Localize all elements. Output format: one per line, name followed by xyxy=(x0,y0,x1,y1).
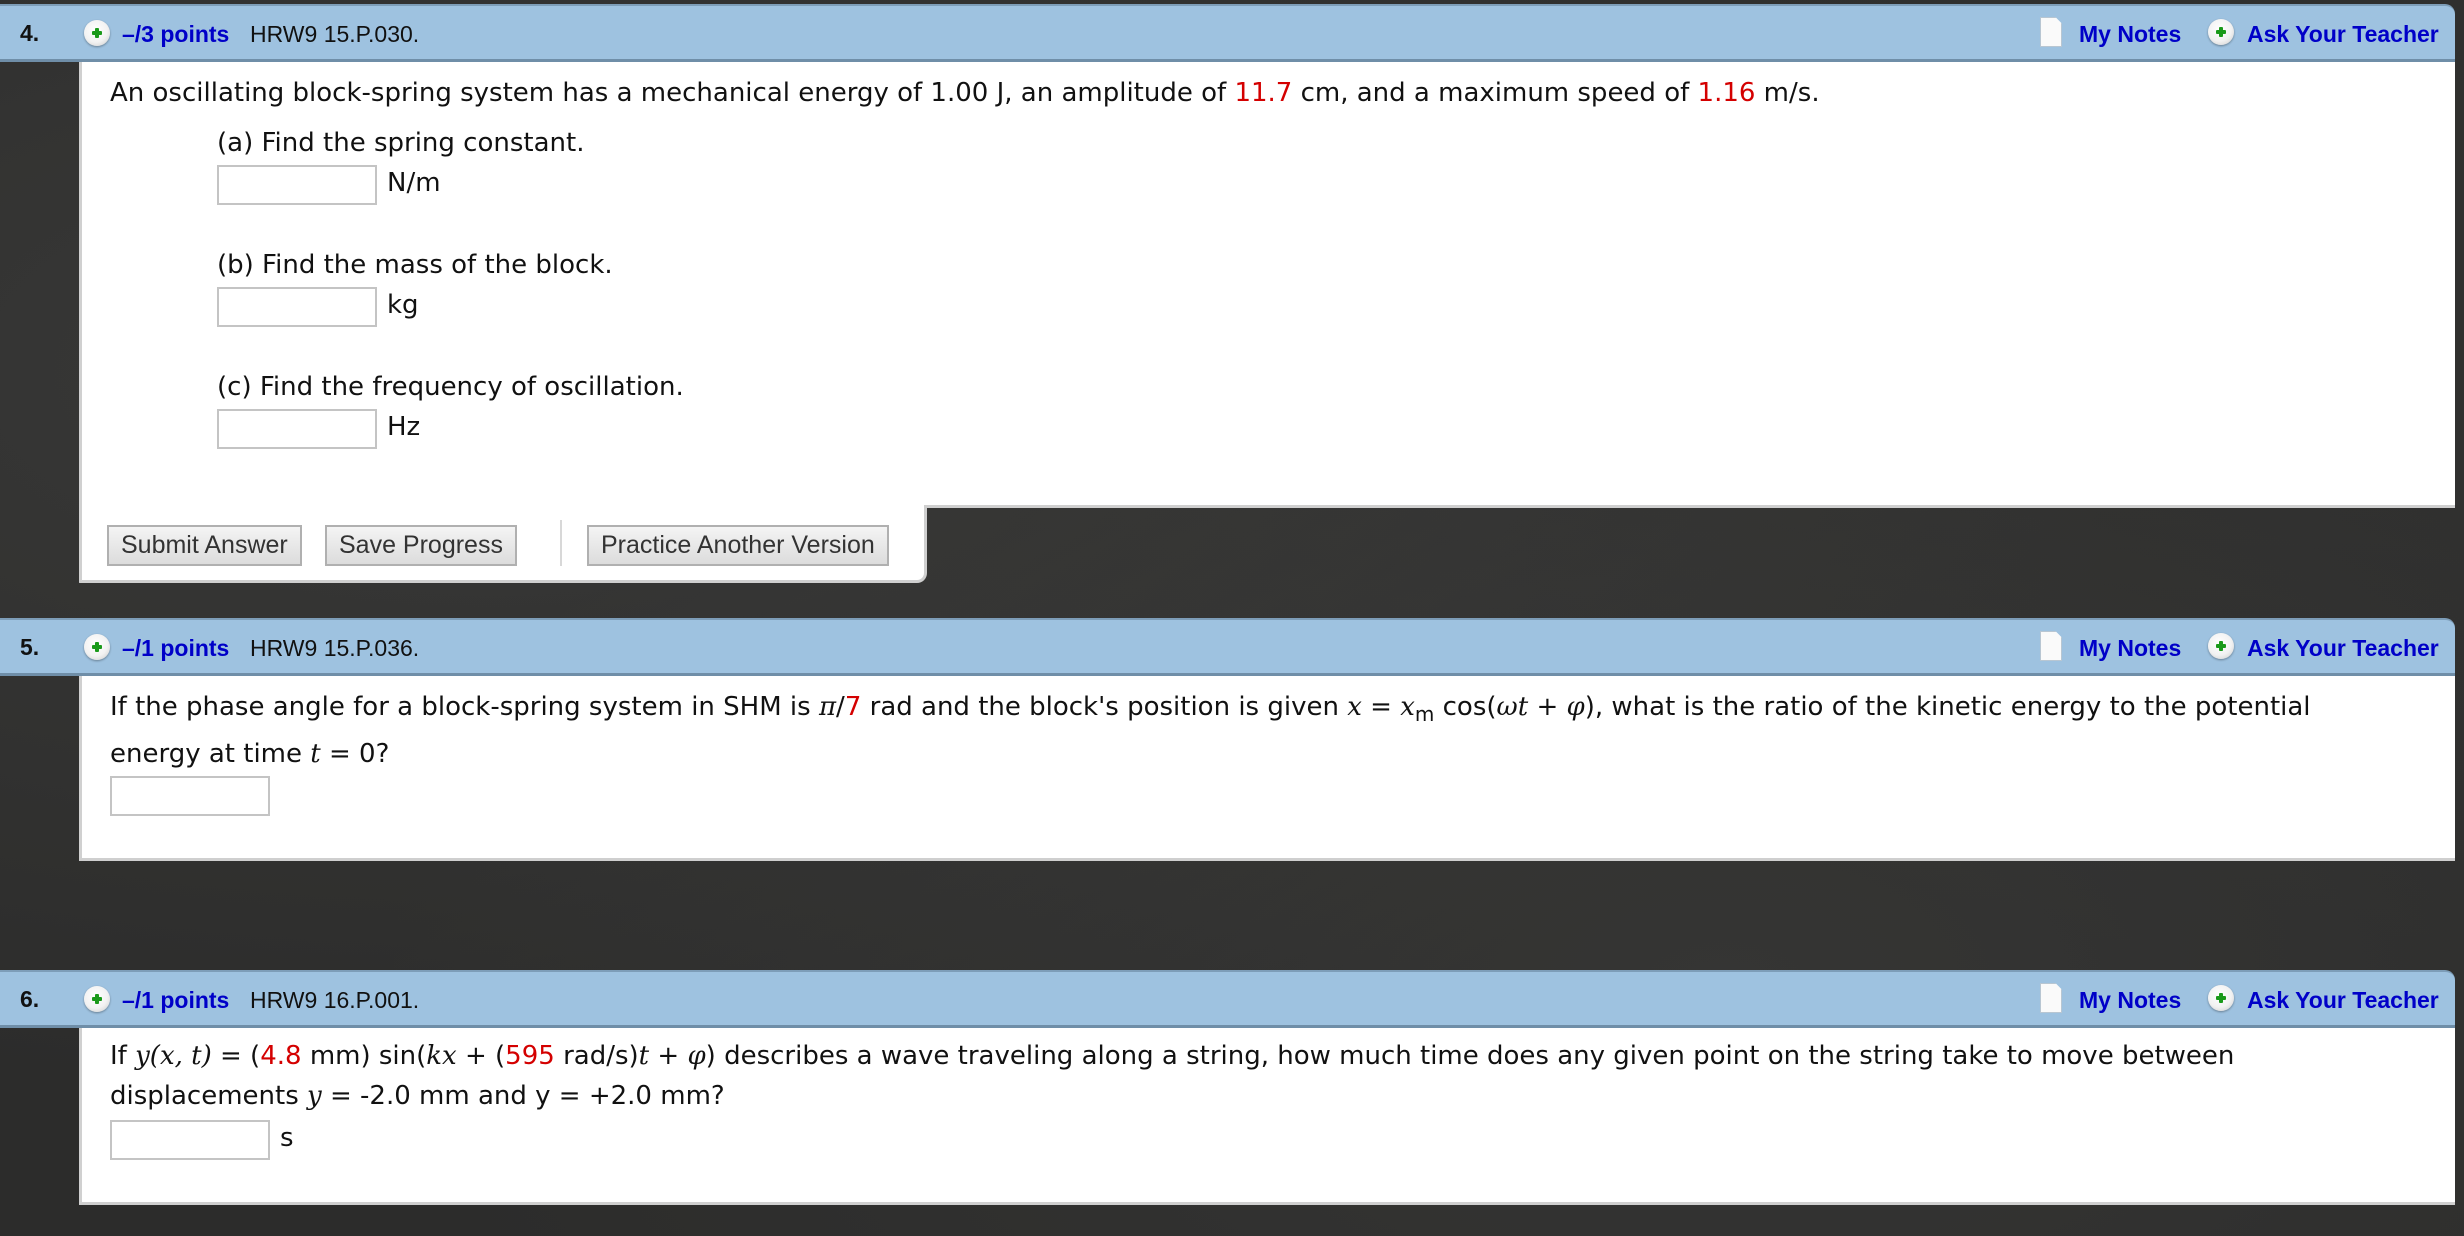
divider xyxy=(560,520,562,566)
my-notes-link[interactable]: My Notes xyxy=(2079,987,2181,1014)
question-code: HRW9 15.P.036. xyxy=(250,635,420,661)
text-segment: = 0? xyxy=(320,739,390,769)
text-segment: cos( xyxy=(1434,692,1497,722)
text-segment: = -2.0 mm and y = +2.0 mm? xyxy=(321,1081,725,1111)
points-link[interactable]: –/1 points xyxy=(122,987,229,1014)
angular-frequency-value: 595 xyxy=(505,1041,555,1071)
var-xm: x xyxy=(1400,692,1415,722)
part-c-answer-input[interactable] xyxy=(217,409,377,449)
question-text-line2: energy at time t = 0? xyxy=(110,731,389,778)
points-link[interactable]: –/3 points xyxy=(122,21,229,48)
var-t: t xyxy=(310,739,321,769)
text-segment: displacements xyxy=(110,1081,308,1111)
text-segment: ) describes a wave traveling along a str… xyxy=(705,1041,2235,1071)
question-text: An oscillating block-spring system has a… xyxy=(110,70,1820,117)
question-body-5: If the phase angle for a block-spring sy… xyxy=(79,676,2455,861)
ask-your-teacher-link[interactable]: Ask Your Teacher xyxy=(2247,635,2439,662)
text-segment: = xyxy=(1361,692,1401,722)
question-body-4: An oscillating block-spring system has a… xyxy=(79,62,2455,508)
question-actions: Submit Answer Save Progress Practice Ano… xyxy=(79,505,927,583)
part-a-answer-input[interactable] xyxy=(217,165,377,205)
document-icon[interactable] xyxy=(2040,17,2062,47)
question-number: 5. xyxy=(20,634,40,660)
text-segment: If xyxy=(110,1041,136,1071)
plus-circle-icon[interactable] xyxy=(84,986,110,1012)
part-b-unit: kg xyxy=(387,290,419,320)
text-segment: rad and the block's position is given xyxy=(861,692,1348,722)
question-text: If the phase angle for a block-spring sy… xyxy=(110,684,2311,738)
document-icon[interactable] xyxy=(2040,983,2062,1013)
text-segment: + xyxy=(649,1041,688,1071)
plus-circle-icon[interactable] xyxy=(2208,19,2234,45)
plus-circle-icon[interactable] xyxy=(2208,633,2234,659)
text-segment: energy at time xyxy=(110,739,311,769)
submit-answer-button[interactable]: Submit Answer xyxy=(107,525,302,566)
my-notes-link[interactable]: My Notes xyxy=(2079,635,2181,662)
practice-another-version-button[interactable]: Practice Another Version xyxy=(587,525,889,566)
var-phi: φ xyxy=(687,1041,706,1071)
part-c-label: (c) Find the frequency of oscillation. xyxy=(217,372,684,402)
answer-input[interactable] xyxy=(110,776,270,816)
save-progress-button[interactable]: Save Progress xyxy=(325,525,517,566)
text-segment: mm) sin( xyxy=(301,1041,427,1071)
answer-unit: s xyxy=(280,1123,294,1153)
max-speed-value: 1.16 xyxy=(1697,78,1756,108)
question-text-line2: displacements y = -2.0 mm and y = +2.0 m… xyxy=(110,1076,725,1116)
part-b-label: (b) Find the mass of the block. xyxy=(217,250,613,280)
question-number: 4. xyxy=(20,20,40,46)
text-segment: m/s. xyxy=(1755,78,1820,108)
text-segment: + xyxy=(1528,692,1567,722)
points-link[interactable]: –/1 points xyxy=(122,635,229,662)
var-omega-t: ωt xyxy=(1496,692,1529,722)
question-code: HRW9 16.P.001. xyxy=(250,987,420,1013)
pi-symbol: π xyxy=(818,692,837,722)
amplitude-value: 11.7 xyxy=(1234,78,1293,108)
question-number: 6. xyxy=(20,986,40,1012)
plus-circle-icon[interactable] xyxy=(84,20,110,46)
text-segment: If the phase angle for a block-spring sy… xyxy=(110,692,819,722)
var-y: y xyxy=(135,1041,150,1071)
my-notes-link[interactable]: My Notes xyxy=(2079,21,2181,48)
var-t: t xyxy=(638,1041,650,1071)
plus-circle-icon[interactable] xyxy=(2208,985,2234,1011)
text-segment: An oscillating block-spring system has a… xyxy=(110,78,1235,108)
document-icon[interactable] xyxy=(2040,631,2062,661)
var-xt: (x, t) xyxy=(149,1041,212,1071)
subscript-m: m xyxy=(1414,702,1435,726)
var-x: x xyxy=(1347,692,1362,722)
amplitude-value: 4.8 xyxy=(260,1041,302,1071)
text-segment: + ( xyxy=(456,1041,506,1071)
var-y: y xyxy=(307,1081,322,1111)
text-segment: rad/s) xyxy=(554,1041,639,1071)
question-text: If y(x, t) = (4.8 mm) sin(kx + (595 rad/… xyxy=(110,1036,2234,1076)
text-segment: / xyxy=(836,692,845,722)
answer-input[interactable] xyxy=(110,1120,270,1160)
part-b-answer-input[interactable] xyxy=(217,287,377,327)
text-segment: ), what is the ratio of the kinetic ener… xyxy=(1584,692,2311,722)
question-header-4: 4. –/3 points HRW9 15.P.030. My Notes As… xyxy=(0,4,2455,62)
var-kx: kx xyxy=(426,1041,457,1071)
part-a-label: (a) Find the spring constant. xyxy=(217,128,585,158)
question-header-5: 5. –/1 points HRW9 15.P.036. My Notes As… xyxy=(0,618,2455,676)
question-code: HRW9 15.P.030. xyxy=(250,21,420,47)
phase-denominator-value: 7 xyxy=(844,692,862,722)
ask-your-teacher-link[interactable]: Ask Your Teacher xyxy=(2247,987,2439,1014)
part-c-unit: Hz xyxy=(387,412,421,442)
part-a-unit: N/m xyxy=(387,168,441,198)
ask-your-teacher-link[interactable]: Ask Your Teacher xyxy=(2247,21,2439,48)
text-segment: cm, and a maximum speed of xyxy=(1292,78,1698,108)
question-body-6: If y(x, t) = (4.8 mm) sin(kx + (595 rad/… xyxy=(79,1028,2455,1205)
text-segment: = ( xyxy=(211,1041,261,1071)
var-phi: φ xyxy=(1566,692,1585,722)
plus-circle-icon[interactable] xyxy=(84,634,110,660)
question-header-6: 6. –/1 points HRW9 16.P.001. My Notes As… xyxy=(0,970,2455,1028)
